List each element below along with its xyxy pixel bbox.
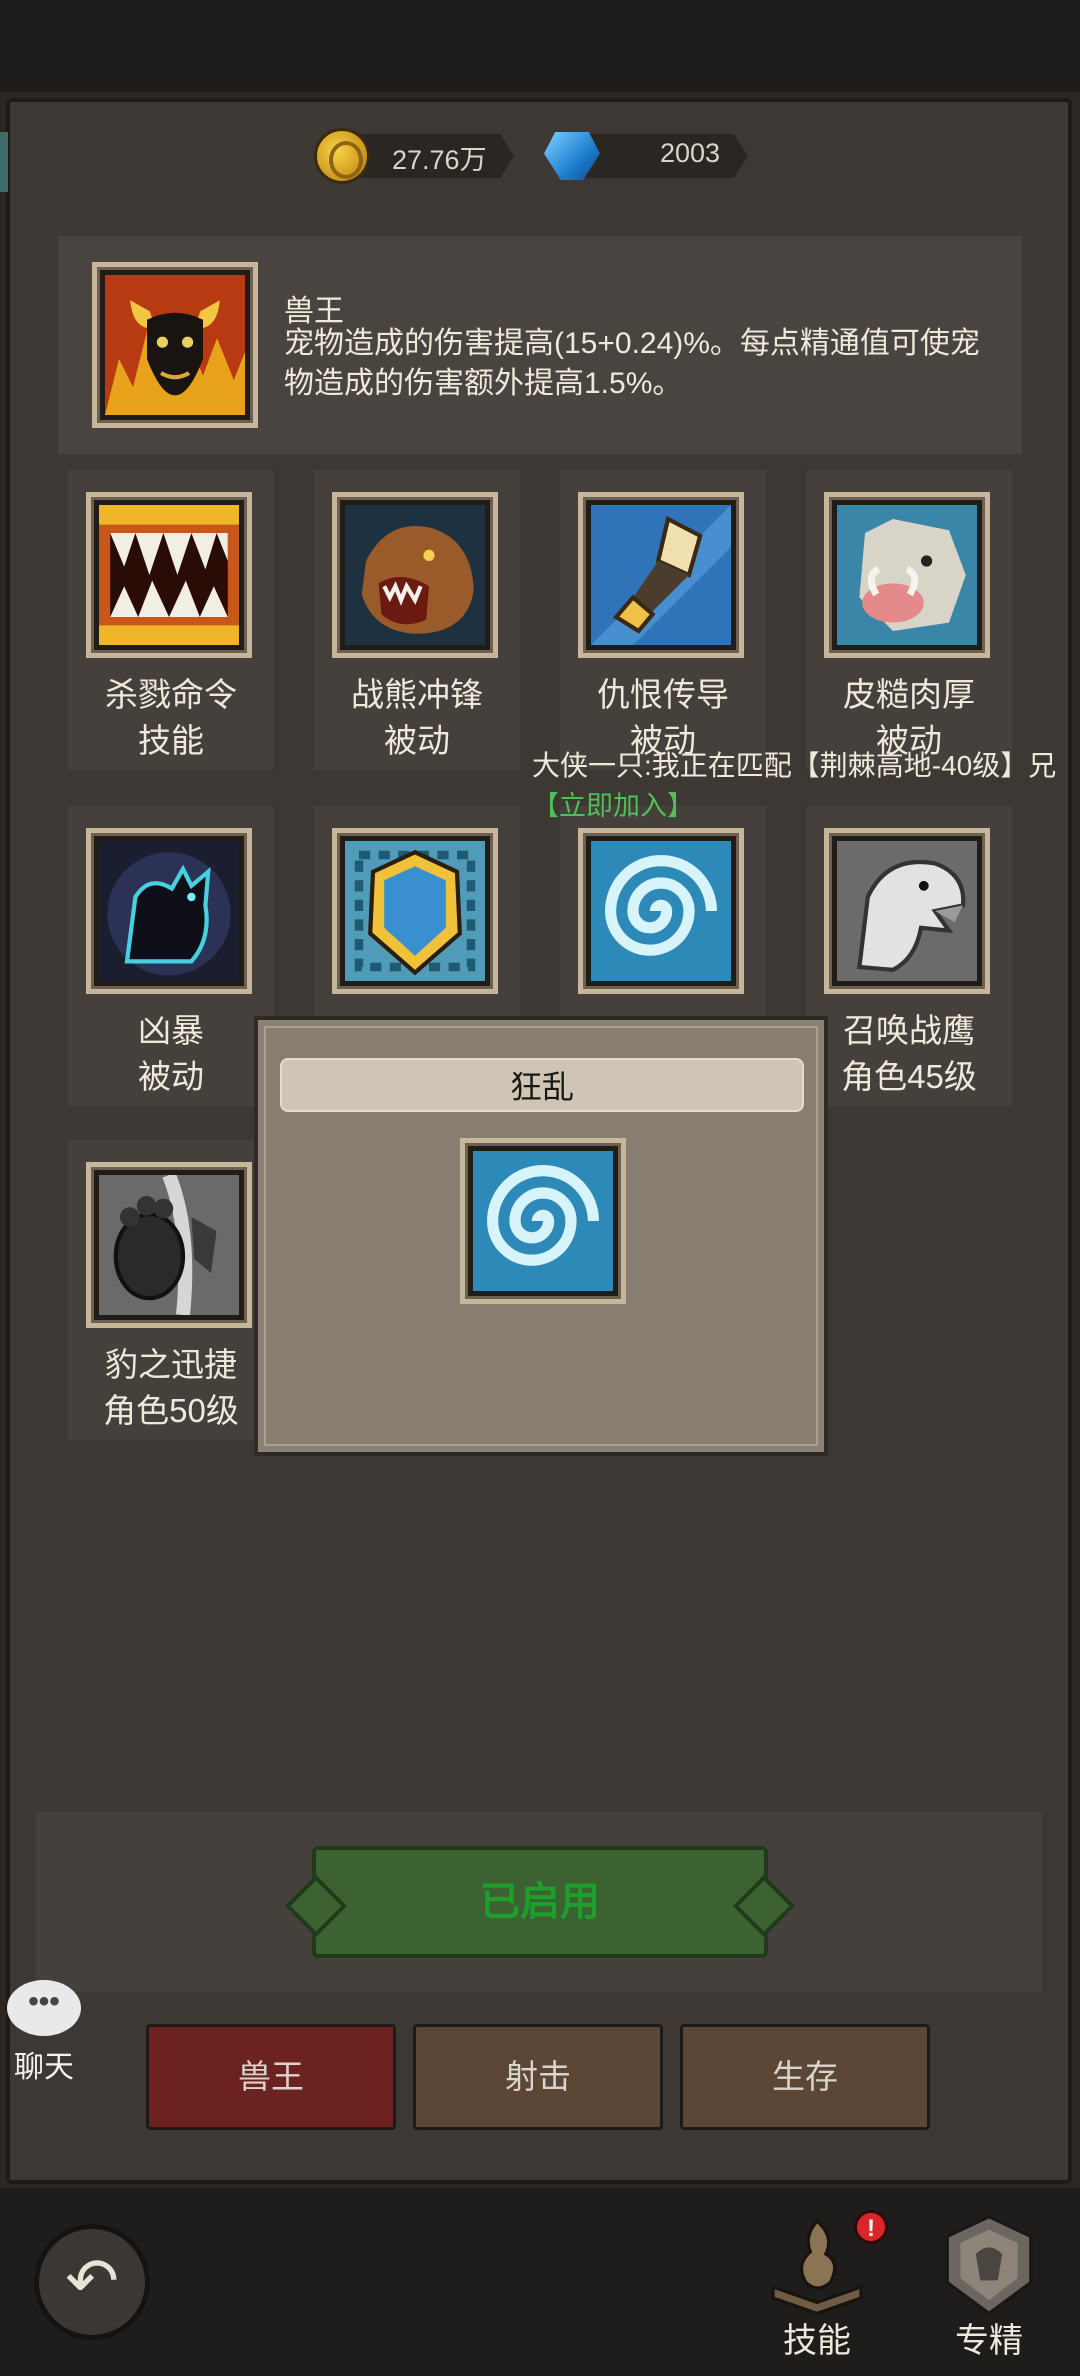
fangs-icon [86, 492, 252, 658]
skill-name: 仇恨传导 [597, 676, 729, 713]
skill-type: 角色45级 [841, 1058, 977, 1095]
join-now-link[interactable]: 【立即加入】 [532, 784, 694, 823]
specialization-description: 宠物造成的伤害提高(15+0.24)%。每点精通值可使宠物造成的伤害额外提高1.… [284, 327, 980, 400]
chat-button[interactable]: ••• 聊天 [6, 1980, 82, 2090]
chat-bubble-icon: ••• [7, 1980, 81, 2036]
skill-name: 战熊冲锋 [351, 676, 483, 713]
skill-type: 被动 [384, 722, 450, 759]
skill-name: 杀戮命令 [105, 676, 237, 713]
bull-head-icon [92, 262, 258, 428]
skill-summon-eagle[interactable]: 召唤战鹰 角色45级 [806, 806, 1012, 1106]
specialization-info: 兽王 宠物造成的伤害提高(15+0.24)%。每点精通值可使宠物造成的伤害额外提… [58, 236, 1022, 454]
shield-icon [332, 828, 498, 994]
arrowhead-icon [578, 492, 744, 658]
boar-icon [824, 492, 990, 658]
eagle-icon [824, 828, 990, 994]
skill-name: 凶暴 [138, 1012, 204, 1049]
popup-title: 狂乱 [280, 1058, 804, 1112]
gold-counter: 27.76万 [314, 128, 514, 184]
nav-skills-label: 技能 [783, 2322, 851, 2360]
skill-type: 技能 [138, 722, 204, 759]
notification-badge: ! [854, 2210, 888, 2244]
skill-cheetah-agility[interactable]: 豹之迅捷 角色50级 [68, 1140, 274, 1440]
back-arrow-icon: ↶ [65, 2245, 119, 2317]
tab-marksmanship[interactable]: 射击 [413, 2024, 663, 2130]
blue-swirl-icon [578, 828, 744, 994]
paw-icon [86, 1162, 252, 1328]
enabled-button[interactable]: 已启用 [312, 1846, 768, 1958]
skill-detail-popup: 狂乱 [254, 1016, 828, 1456]
skill-type: 被动 [138, 1058, 204, 1095]
top-bar [0, 0, 1080, 92]
skill-name: 皮糙肉厚 [843, 676, 975, 713]
skill-name: 豹之迅捷 [105, 1346, 237, 1383]
gold-amount: 27.76万 [392, 145, 487, 175]
skill-type: 角色50级 [103, 1392, 239, 1429]
gold-coin-icon [314, 128, 370, 184]
tab-survival[interactable]: 生存 [680, 2024, 930, 2130]
skill-name: 召唤战鹰 [843, 1012, 975, 1049]
broadcast-message: 大侠一只:我正在匹配【荆棘高地-40级】兄 [532, 750, 1057, 781]
roaring-bear-icon [332, 492, 498, 658]
gem-amount: 2003 [660, 138, 721, 168]
tab-beast-mastery[interactable]: 兽王 [146, 2024, 396, 2130]
skill-thick-hide[interactable]: 皮糙肉厚 被动 [806, 470, 1012, 770]
nav-specialization-label: 专精 [955, 2322, 1023, 2360]
back-button[interactable]: ↶ [34, 2224, 150, 2340]
nav-specialization[interactable]: 专精 [924, 2210, 1054, 2360]
bottom-bar [0, 2188, 1080, 2376]
feral-cat-icon [86, 828, 252, 994]
blue-swirl-icon [460, 1138, 626, 1304]
chat-label: 聊天 [14, 2051, 74, 2084]
skill-bear-charge[interactable]: 战熊冲锋 被动 [314, 470, 520, 770]
skill-ferocity[interactable]: 凶暴 被动 [68, 806, 274, 1106]
specialization-crest-icon [945, 2214, 1033, 2316]
skill-kill-command[interactable]: 杀戮命令 技能 [68, 470, 274, 770]
gem-counter: 2003 [544, 128, 750, 184]
skill-hatred-conduit[interactable]: 仇恨传导 被动 [560, 470, 766, 770]
